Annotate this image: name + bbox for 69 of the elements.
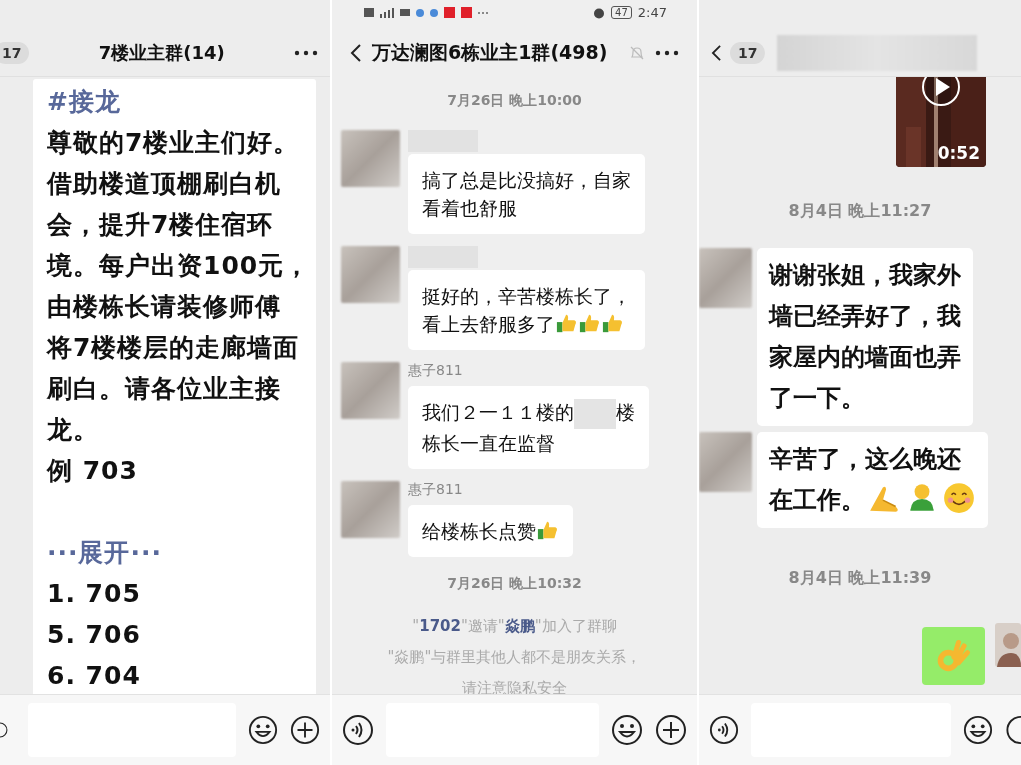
hashtag-text: #接龙 [47,86,122,118]
reply-list: 1. 705 5. 706 6. 704 [47,573,306,694]
unread-badge: 17 [0,42,30,64]
message-text: 栋长一直在监督 [422,431,555,454]
message-text: 楼 [616,401,635,423]
emoji-icon[interactable] [611,714,643,746]
plus-icon[interactable] [655,714,687,746]
timestamp: 7月26日 晚上10:00 [446,92,583,110]
notification-icon [461,7,472,18]
thumbs-up-icon [556,312,578,334]
clock-time: 2:47 [637,5,667,20]
timestamp: 7月26日 晚上10:32 [446,574,583,593]
more-icon[interactable] [294,50,318,56]
message-text: 看上去舒服多了 [422,313,555,335]
user-link[interactable]: 焱鹏 [504,616,535,635]
message-text: 墙已经弄好了，我 [769,302,961,330]
play-icon[interactable] [921,77,961,107]
message-text: 在工作。 [769,486,865,514]
message-text: 给楼栋长点赞 [422,519,536,542]
blurred-avatar [699,432,752,492]
system-text: "加入了群聊 [534,616,617,635]
emoji-icon[interactable] [248,715,278,745]
user-link[interactable]: 1702 [419,616,461,635]
message-text: 我们２一１１楼的 [422,401,574,423]
plus-icon[interactable] [290,715,320,745]
more-icon[interactable] [655,49,679,56]
message-text: 了一下。 [769,384,865,412]
notification-icon [444,7,455,18]
more-icon [478,11,488,14]
blurred-text [574,398,616,429]
message-text: 挺好的，辛苦楼栋长了， [422,285,631,307]
expand-link[interactable]: ···展开··· [47,532,306,573]
message-text: 辛苦了，这么晚还 [769,445,961,473]
blurred-avatar [341,480,400,538]
timestamp: 8月4日 晚上11:27 [787,201,933,222]
message-text: 看着也舒服 [422,197,517,219]
blurred-avatar [341,130,400,187]
blurred-avatar [341,362,400,419]
message-text: 谢谢张姐，我家外 [769,261,961,289]
ok-hand-icon [935,638,972,674]
battery-level: 47 [611,6,632,19]
system-text: "焱鹏"与群里其他人都不是朋友关系， [387,647,642,666]
back-icon[interactable] [350,42,362,63]
message-text: 尊敬的7楼业主们好。 借助楼道顶棚刷白机 会，提升7楼住宿环 境。每户出资100元， 由楼栋长请装修师傅 将7楼楼层的走廊墙面 刷白。请各位业主接 龙。 例 703 [47,127,306,487]
video-duration: 0:52 [937,143,980,163]
avatar-icon [995,623,1021,667]
system-text: " [412,616,420,635]
message-text: 搞了总是比没搞好，自家 [422,169,631,191]
chat-title: 7楼业主群(14) [97,41,226,65]
smiley-icon [942,481,976,515]
thumbs-up-icon [579,312,601,334]
blurred-avatar [699,248,752,308]
voice-icon[interactable] [342,714,374,746]
emoji-icon[interactable] [963,715,993,745]
back-icon[interactable] [711,44,722,62]
blurred-avatar [341,246,400,303]
unread-badge: 17 [730,42,766,64]
chat-title: 万达澜图6栋业主1群(498) [372,39,609,65]
thumbs-up-icon [602,312,624,334]
sender-name: 惠子811 [408,362,464,380]
voice-icon[interactable] [709,715,739,745]
timestamp: 8月4日 晚上11:39 [787,568,933,589]
mute-bell-icon [629,44,645,61]
message-text: 家屋内的墙面也弄 [769,343,961,371]
signal-icon [380,7,394,18]
sender-name: 惠子811 [408,480,464,499]
system-text: "邀请" [460,616,505,635]
system-text: 请注意隐私安全 [462,678,567,694]
plus-icon[interactable] [1005,715,1021,745]
